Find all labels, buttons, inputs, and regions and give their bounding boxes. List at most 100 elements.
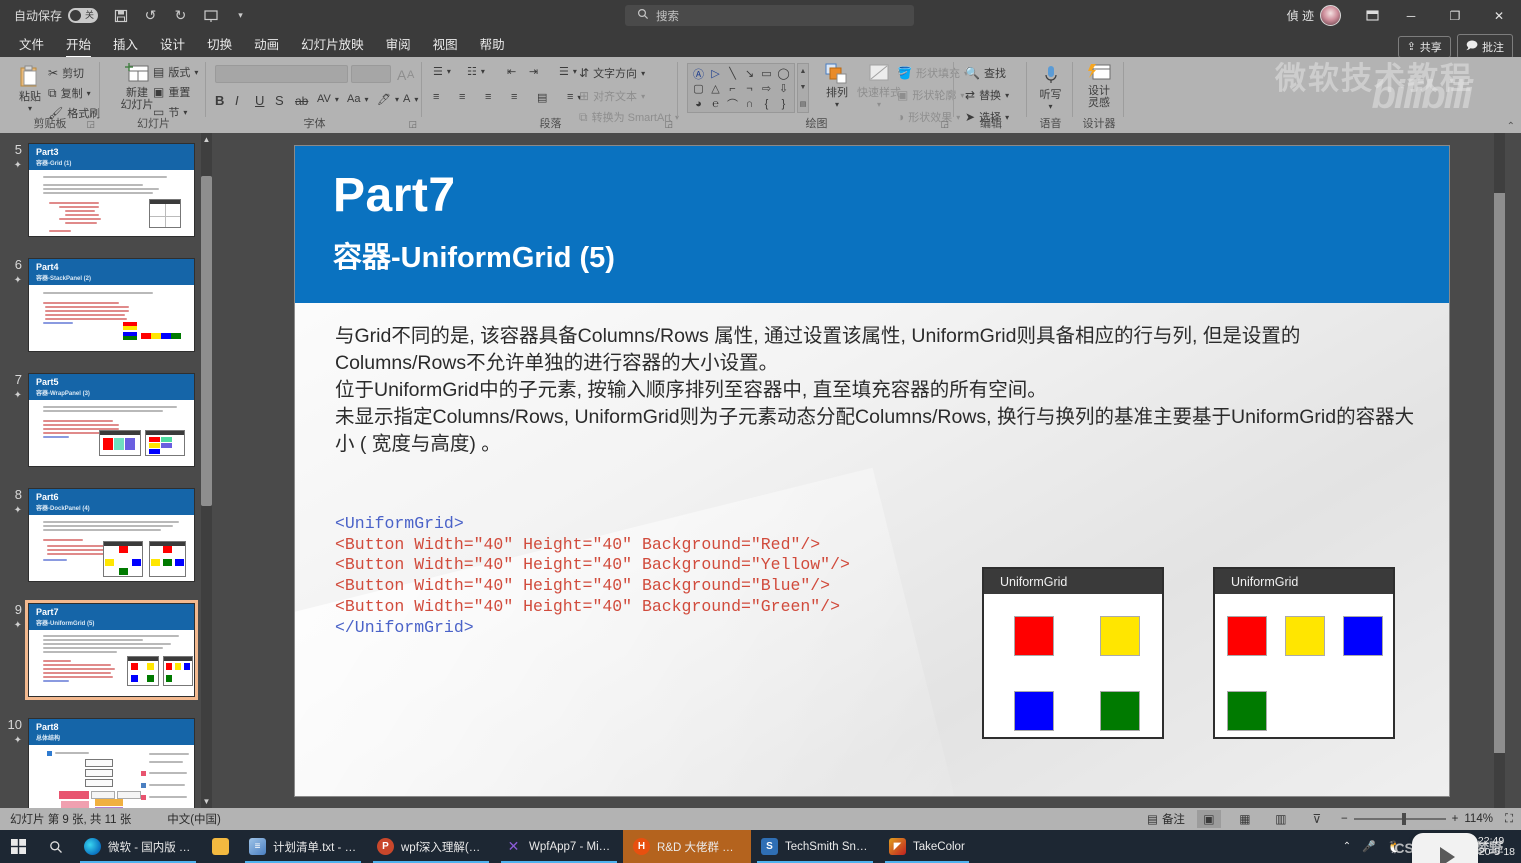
zoom-in-button[interactable]: + [1452,813,1459,825]
zoom-slider[interactable]: − + 114% [1341,813,1493,825]
increase-font-size-button[interactable]: A [397,67,406,83]
align-center-button[interactable]: ≡ [459,91,465,103]
language-indicator[interactable]: 中文(中国) [167,811,221,827]
align-right-button[interactable]: ≡ [485,91,491,103]
arrange-chevron-icon[interactable]: ▾ [835,99,839,111]
microphone-icon[interactable]: 🎤 [1362,840,1376,853]
slideshow-button[interactable]: ⊽ [1305,810,1329,828]
dictate-button[interactable]: 听写 ▾ [1028,65,1073,113]
shapes-gallery-scroller[interactable]: ▲ ▼ ▤ [797,63,809,113]
shape-leftbrace-icon[interactable]: { [765,98,769,110]
ribbon-display-options-button[interactable] [1355,0,1389,31]
taskbar-item-file-explorer[interactable] [202,830,239,863]
taskbar-search-button[interactable] [37,830,74,863]
copy-chevron-icon[interactable]: ▾ [87,89,91,98]
scroll-down-icon[interactable]: ▼ [800,84,807,91]
thumbnail-scrollbar-thumb[interactable] [201,176,212,506]
thumbnail-item[interactable]: 10 ✦ Part8 总体结构 [0,718,213,808]
design-ideas-button[interactable]: 设计 灵感 [1076,63,1122,109]
font-dialog-launcher[interactable]: ◲ [408,119,417,130]
clipboard-dialog-launcher[interactable]: ◲ [86,119,95,130]
shapes-gallery[interactable]: Ⓐ ▷ ╲ ↘ ▭ ◯ ▢ △ ⌐ ¬ ⇨ ⇩ ◕ ℮ ⌒ ∩ { } [687,63,795,113]
tab-animations[interactable]: 动画 [243,31,290,57]
comments-button[interactable]: 🗩 批注 [1456,34,1513,59]
shape-textbox-icon[interactable]: Ⓐ [693,66,704,82]
text-direction-button[interactable]: ⇵ 文字方向 ▾ [579,65,645,81]
start-button[interactable] [0,830,37,863]
bold-button[interactable]: B [215,93,224,108]
show-hidden-icons-button[interactable]: ⌃ [1343,841,1351,852]
taskbar-item-takecolor[interactable]: ◤ TakeColor [879,830,975,863]
drawing-dialog-launcher[interactable]: ◲ [940,119,949,130]
tab-review[interactable]: 审阅 [375,31,422,57]
undo-icon[interactable]: ↺ [142,7,159,24]
underline-button[interactable]: U [255,93,264,108]
slide-editor[interactable]: Part7 容器-UniformGrid (5) 与Grid不同的是, 该容器具… [294,145,1450,797]
demo-window-2[interactable]: UniformGrid [1213,567,1395,739]
paragraph-dialog-launcher[interactable]: ◲ [664,119,673,130]
thumbnail-slide-5[interactable]: Part3 容器-Grid (1) [28,143,195,237]
shape-elbow-icon[interactable]: ⌐ [729,83,735,95]
zoom-track[interactable] [1353,813,1446,825]
reset-button[interactable]: ▣ 重置 [153,84,190,100]
shape-scribble-icon[interactable]: ℮ [712,98,719,110]
slide-code-block[interactable]: <UniformGrid> <Button Width="40" Height=… [335,493,850,659]
shape-rightarrow-icon[interactable]: ⇨ [762,82,771,95]
zoom-level[interactable]: 114% [1464,813,1493,825]
thumbnail-slide-7[interactable]: Part5 容器-WrapPanel (3) [28,373,195,467]
fit-slide-button[interactable]: ⛶ [1505,813,1513,826]
thumbnail-item[interactable]: 8 ✦ Part6 容器-DockPanel (4) [0,488,213,582]
tab-home[interactable]: 开始 [55,31,102,58]
thumbnail-slide-9[interactable]: Part7 容器-UniformGrid (5) [25,600,198,700]
strikethrough-button[interactable]: ab [295,94,308,108]
save-icon[interactable] [112,7,129,24]
paste-chevron-icon[interactable]: ▾ [28,103,32,115]
slide-body-text[interactable]: 与Grid不同的是, 该容器具备Columns/Rows 属性, 通过设置该属性… [335,323,1420,458]
dictate-chevron-icon[interactable]: ▾ [1048,101,1052,113]
cut-button[interactable]: ✂ 剪切 [48,65,84,81]
text-highlight-button[interactable]: 🖊 ▾ [377,93,399,106]
thumbnail-item[interactable]: 9 ✦ Part7 容器-UniformGrid (5) [0,600,213,700]
autosave-toggle[interactable]: 关 [68,8,99,23]
user-name[interactable]: 偵 迹 [1287,7,1314,24]
customize-qat-icon[interactable]: ▾ [232,7,249,24]
thumbnail-slide-8[interactable]: Part6 容器-DockPanel (4) [28,488,195,582]
slide-sorter-button[interactable]: ▦ [1233,810,1257,828]
tab-design[interactable]: 设计 [149,31,196,57]
distribute-button[interactable]: ▤ [537,91,547,104]
shape-roundrect-icon[interactable]: ▢ [693,82,703,95]
tab-slideshow[interactable]: 幻灯片放映 [290,31,375,57]
taskbar-item-snagit[interactable]: S TechSmith Snagit ... [751,830,879,863]
video-play-overlay-icon[interactable] [1412,833,1478,863]
normal-view-button[interactable]: ▣ [1196,810,1221,828]
find-button[interactable]: 🔍 查找 [965,65,1006,81]
thumbnail-item[interactable]: 7 ✦ Part5 容器-WrapPanel (3) [0,373,213,467]
line-spacing-button[interactable]: ☰ ▾ [559,65,577,78]
scroll-up-icon[interactable]: ▲ [800,68,807,75]
tab-insert[interactable]: 插入 [102,31,149,57]
bullets-button[interactable]: ☰ ▾ [433,65,451,78]
shape-arrowbox-icon[interactable]: ▷ [711,67,719,80]
decrease-font-size-button[interactable]: A [407,69,414,81]
more-shapes-icon[interactable]: ▤ [800,100,807,108]
restore-button[interactable]: ❐ [1433,0,1477,31]
slide-banner[interactable]: Part7 容器-UniformGrid (5) [295,146,1449,303]
collapse-ribbon-button[interactable]: ⌃ [1507,121,1515,132]
arrange-button[interactable]: 排列 ▾ [813,63,861,111]
layout-button[interactable]: ▤ 版式 ▾ [153,64,198,80]
shape-rightbrace-icon[interactable]: } [782,98,786,110]
redo-icon[interactable]: ↻ [172,7,189,24]
shape-downarrow-icon[interactable]: ⇩ [779,82,788,95]
qq-icon[interactable]: 🐧 [1387,840,1402,854]
change-case-button[interactable]: Aa ▾ [347,93,368,105]
demo-window-1[interactable]: UniformGrid [982,567,1164,739]
character-spacing-button[interactable]: AV ▾ [317,93,339,105]
reading-view-button[interactable]: ▥ [1269,810,1293,828]
shape-arc-icon[interactable]: ∩ [746,98,754,110]
quick-styles-chevron-icon[interactable]: ▾ [877,99,881,111]
thumbnail-item[interactable]: 6 ✦ Part4 容器-StackPanel (2) [0,258,213,352]
notes-button[interactable]: ▤ 备注 [1147,811,1185,827]
canvas-scrollbar-thumb[interactable] [1494,193,1505,753]
shape-pie-icon[interactable]: ◕ [695,98,702,110]
shape-curve-icon[interactable]: ⌒ [727,96,738,112]
